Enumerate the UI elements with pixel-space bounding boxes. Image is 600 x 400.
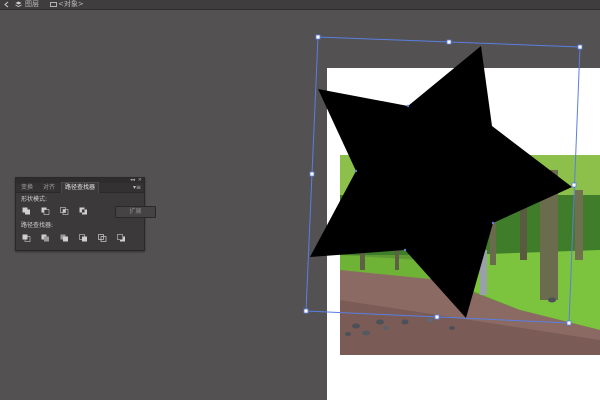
outline-icon[interactable] (98, 234, 107, 242)
minus-front-icon[interactable] (41, 207, 50, 215)
anchor-point[interactable] (354, 169, 358, 173)
pathfinder-panel: ◂◂ × 变换 对齐 路径查找器 ▾≡ 形状模式: 扩展 路径查找器: (15, 177, 156, 251)
expand-button[interactable]: 扩展 (115, 206, 156, 218)
anchor-point[interactable] (406, 104, 410, 108)
handle-bottom-right[interactable] (566, 320, 572, 326)
tab-transform[interactable]: 变换 (18, 183, 36, 192)
handle-bottom-middle[interactable] (434, 314, 440, 320)
handle-top-middle[interactable] (446, 39, 452, 45)
panel-menu-icon[interactable]: ▾≡ (133, 184, 141, 191)
handle-middle-right[interactable] (571, 182, 577, 188)
panel-tabs: 变换 对齐 路径查找器 ▾≡ (16, 182, 144, 193)
merge-icon[interactable] (60, 234, 69, 242)
tab-align[interactable]: 对齐 (40, 183, 58, 192)
tab-pathfinder[interactable]: 路径查找器 (61, 182, 100, 193)
divide-icon[interactable] (22, 234, 31, 242)
unite-icon[interactable] (22, 207, 31, 215)
handle-top-right[interactable] (577, 44, 583, 50)
shape-modes-label: 形状模式: (21, 196, 48, 203)
handle-bottom-left[interactable] (303, 308, 309, 314)
minus-back-icon[interactable] (117, 234, 126, 242)
exclude-icon[interactable] (79, 207, 88, 215)
anchor-point[interactable] (403, 248, 407, 252)
anchor-point[interactable] (491, 221, 495, 225)
crop-icon[interactable] (79, 234, 88, 242)
intersect-icon[interactable] (60, 207, 69, 215)
handle-top-left[interactable] (315, 34, 321, 40)
pathfinders-label: 路径查找器: (21, 222, 54, 229)
trim-icon[interactable] (41, 234, 50, 242)
handle-middle-left[interactable] (309, 171, 315, 177)
